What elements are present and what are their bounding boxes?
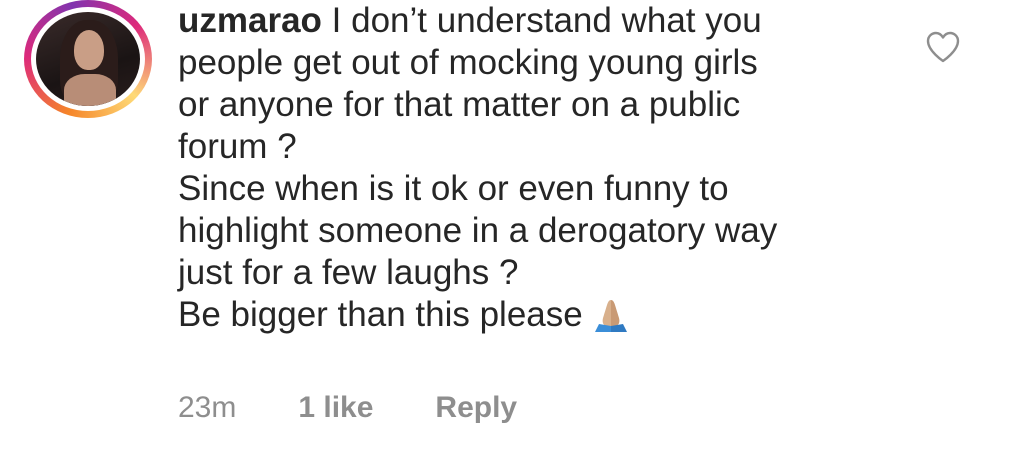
comment-line-6: highlight someone in a derogatory way [178,211,778,250]
comment-line-7: just for a few laughs ? [178,253,519,292]
comment-meta: 23m 1 like Reply [178,391,517,425]
reply-button[interactable]: Reply [435,391,517,425]
avatar-photo [36,12,140,106]
avatar[interactable] [24,0,152,118]
comment-line-8: Be bigger than this please [178,295,583,334]
heart-outline-icon[interactable] [925,30,961,64]
comment-line-5: Since when is it ok or even funny to [178,169,729,208]
comment-line-4: forum ? [178,127,297,166]
folded-hands-emoji [594,300,627,332]
comment-like-count[interactable]: 1 like [298,391,373,425]
comment: uzmarao I don’t understand what you peop… [0,0,1024,461]
comment-line-1: I don’t understand what you [321,1,762,40]
comment-timestamp: 23m [178,391,237,424]
comment-text: uzmarao I don’t understand what you peop… [178,0,898,336]
comment-line-3: or anyone for that matter on a public [178,85,741,124]
comment-username[interactable]: uzmarao [178,1,322,40]
comment-line-2: people get out of mocking young girls [178,43,758,82]
